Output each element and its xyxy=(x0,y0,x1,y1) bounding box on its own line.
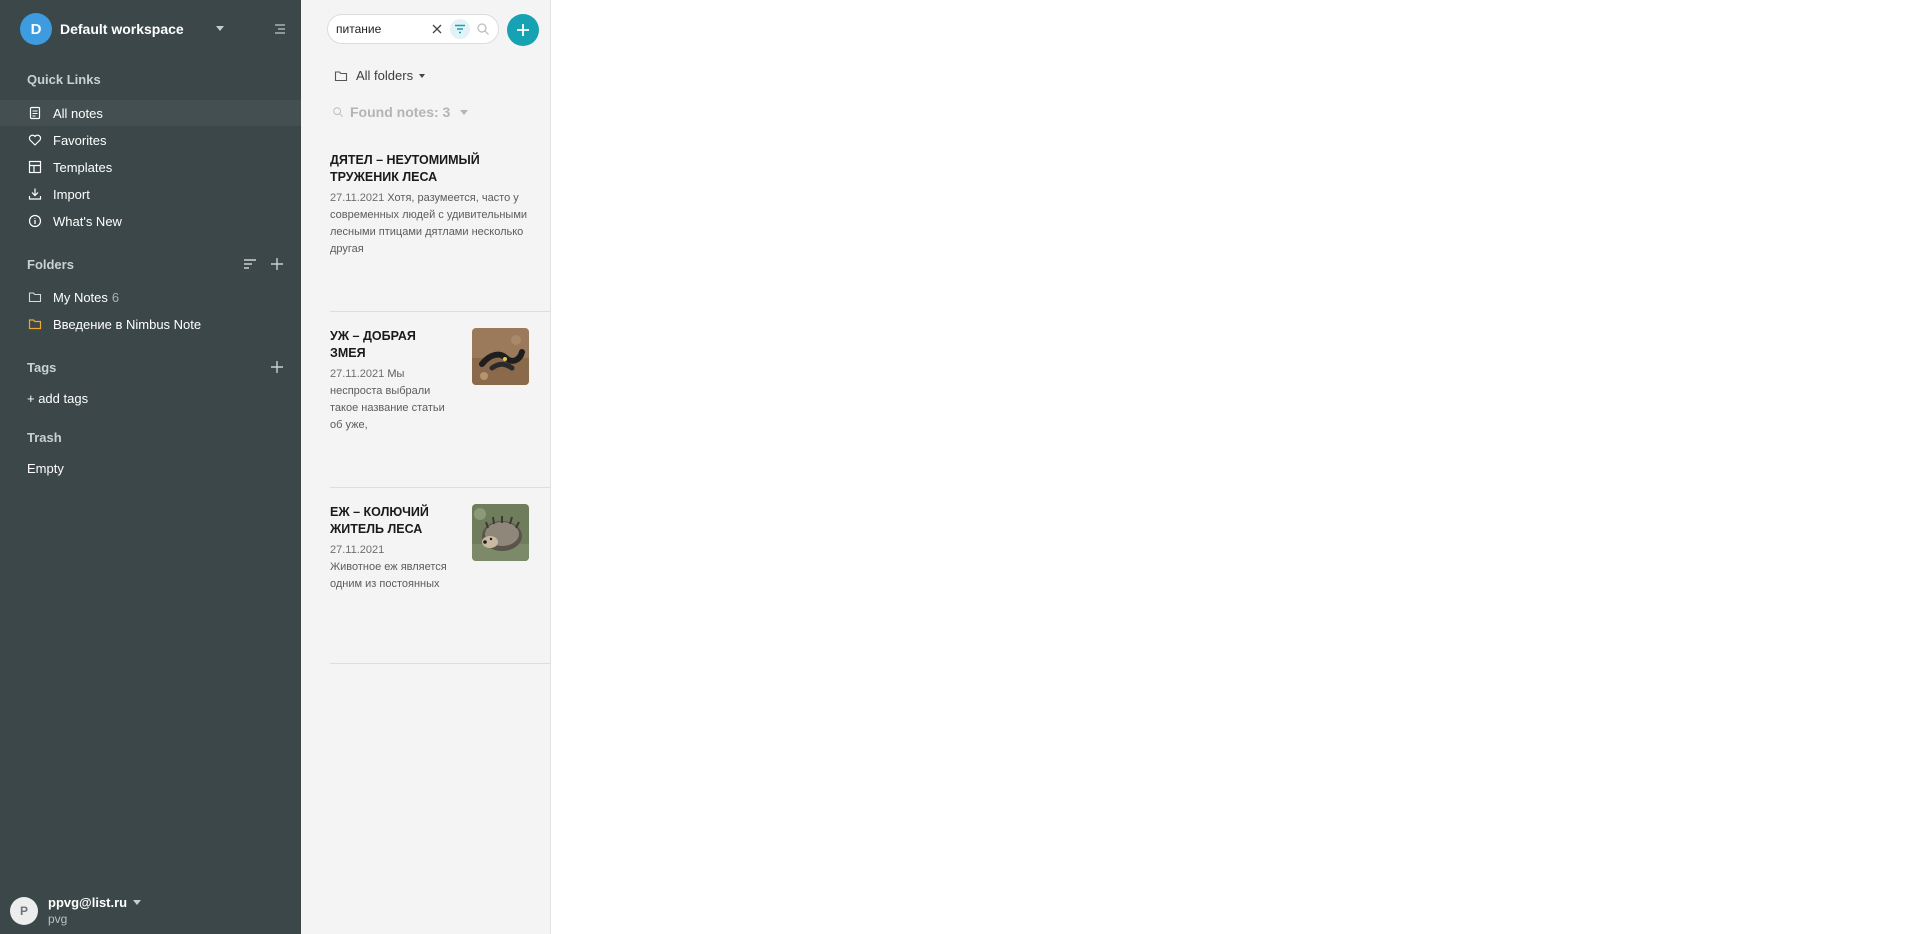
note-date: 27.11.2021 xyxy=(330,368,385,380)
note-count: 6 xyxy=(111,289,120,305)
found-notes-count: Found notes: 3 xyxy=(350,104,451,120)
user-name: pvg xyxy=(48,912,68,926)
sidebar: D Default workspace Quick Links All note… xyxy=(0,0,301,934)
chevron-down-icon[interactable] xyxy=(216,26,224,31)
note-snippet-text: Животное еж является одним из постоянных xyxy=(330,561,447,590)
filter-icon xyxy=(455,24,465,34)
sidebar-item-label: Import xyxy=(53,186,90,202)
folders-title: Folders xyxy=(27,257,74,272)
note-snippet: 27.11.2021 Хотя, разумеется, часто у сов… xyxy=(330,190,535,258)
note-editor-area[interactable] xyxy=(552,0,1920,934)
note-date: 27.11.2021 xyxy=(330,192,385,204)
sidebar-item-all-notes[interactable]: All notes xyxy=(0,100,301,126)
note-title: ДЯТЕЛ – НЕУТОМИМЫЙ ТРУЖЕНИК ЛЕСА xyxy=(330,153,480,184)
quick-links-title: Quick Links xyxy=(27,72,101,87)
folder-icon xyxy=(27,289,43,305)
note-snippet: 27.11.2021 Мы неспроста выбрали такое на… xyxy=(330,366,455,434)
note-icon xyxy=(27,105,43,121)
folder-filter-dropdown[interactable]: All folders xyxy=(334,68,426,83)
add-folder-icon[interactable] xyxy=(269,256,285,272)
sort-icon[interactable] xyxy=(242,256,258,272)
sidebar-item-favorites[interactable]: Favorites xyxy=(0,127,301,153)
search-icon[interactable] xyxy=(476,22,490,36)
sidebar-item-import[interactable]: Import xyxy=(0,181,301,207)
sidebar-item-label: What's New xyxy=(53,213,122,229)
search-icon xyxy=(333,107,344,118)
sidebar-item-whats-new[interactable]: What's New xyxy=(0,208,301,234)
trash-title[interactable]: Trash xyxy=(27,430,62,445)
folder-icon xyxy=(334,70,348,81)
found-notes-dropdown[interactable]: Found notes: 3 xyxy=(332,104,469,120)
sidebar-item-label: Favorites xyxy=(53,132,107,148)
sidebar-item-my-notes[interactable]: My Notes 6 xyxy=(0,284,301,310)
tags-title: Tags xyxy=(27,360,57,375)
sidebar-item-label: My Notes xyxy=(53,289,108,305)
user-menu[interactable]: P ppvg@list.ru pvg xyxy=(10,893,142,929)
sidebar-item-label: All notes xyxy=(53,105,103,121)
note-date: 27.11.2021 xyxy=(330,544,385,556)
note-item[interactable]: УЖ – ДОБРАЯ ЗМЕЯ 27.11.2021 Мы неспроста… xyxy=(330,328,551,488)
sidebar-item-templates[interactable]: Templates xyxy=(0,154,301,180)
user-email: ppvg@list.ru xyxy=(48,895,128,910)
info-icon xyxy=(27,213,43,229)
notes-list-panel: All folders Found notes: 3 ДЯТЕЛ – НЕУТО… xyxy=(301,0,551,934)
note-item[interactable]: ДЯТЕЛ – НЕУТОМИМЫЙ ТРУЖЕНИК ЛЕСА 27.11.2… xyxy=(330,152,551,312)
plus-icon xyxy=(517,24,529,36)
sidebar-item-intro-nimbus[interactable]: Введение в Nimbus Note xyxy=(0,311,301,337)
note-thumbnail-hedgehog xyxy=(472,504,529,561)
workspace-name: Default workspace xyxy=(60,21,184,37)
folder-filter-label: All folders xyxy=(356,68,414,83)
search-box xyxy=(327,14,499,44)
note-snippet: 27.11.2021 Животное еж является одним из… xyxy=(330,542,455,593)
note-title: УЖ – ДОБРАЯ ЗМЕЯ xyxy=(330,329,416,360)
heart-icon xyxy=(27,132,43,148)
search-input[interactable] xyxy=(336,22,426,36)
chevron-down-icon xyxy=(419,73,426,78)
avatar: P xyxy=(10,897,38,925)
close-icon[interactable] xyxy=(430,22,444,36)
templates-icon xyxy=(27,159,43,175)
chevron-down-icon xyxy=(460,109,469,115)
import-icon xyxy=(27,186,43,202)
note-item[interactable]: ЕЖ – КОЛЮЧИЙ ЖИТЕЛЬ ЛЕСА 27.11.2021 Живо… xyxy=(330,504,551,664)
add-tag-icon[interactable] xyxy=(269,359,285,375)
note-title: ЕЖ – КОЛЮЧИЙ ЖИТЕЛЬ ЛЕСА xyxy=(330,505,429,536)
workspace-avatar: D xyxy=(20,13,52,45)
collapse-sidebar-icon[interactable] xyxy=(272,21,288,37)
filter-button[interactable] xyxy=(450,19,470,39)
workspace-switcher[interactable]: D Default workspace xyxy=(20,13,290,45)
add-tags-link[interactable]: + add tags xyxy=(27,391,88,406)
trash-empty-label: Empty xyxy=(27,461,64,476)
note-thumbnail-snake xyxy=(472,328,529,385)
sidebar-item-label: Введение в Nimbus Note xyxy=(53,316,202,332)
sidebar-item-label: Templates xyxy=(53,159,113,175)
add-note-button[interactable] xyxy=(507,14,539,46)
folder-icon xyxy=(27,316,43,332)
chevron-down-icon[interactable] xyxy=(133,900,142,906)
